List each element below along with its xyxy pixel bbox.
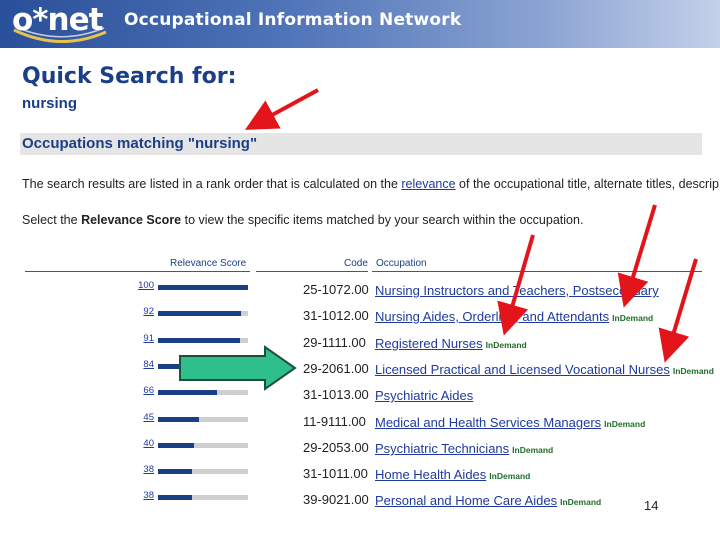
annotation-arrows <box>179 88 698 391</box>
green-arrow-licensed-nurses <box>179 345 297 391</box>
red-arrow-indemand-2 <box>617 204 657 308</box>
red-arrow-indemand-1 <box>497 234 535 336</box>
red-arrow-search-term <box>244 88 319 130</box>
slide-number: 14 <box>644 498 659 513</box>
red-arrow-indemand-3 <box>658 258 698 363</box>
